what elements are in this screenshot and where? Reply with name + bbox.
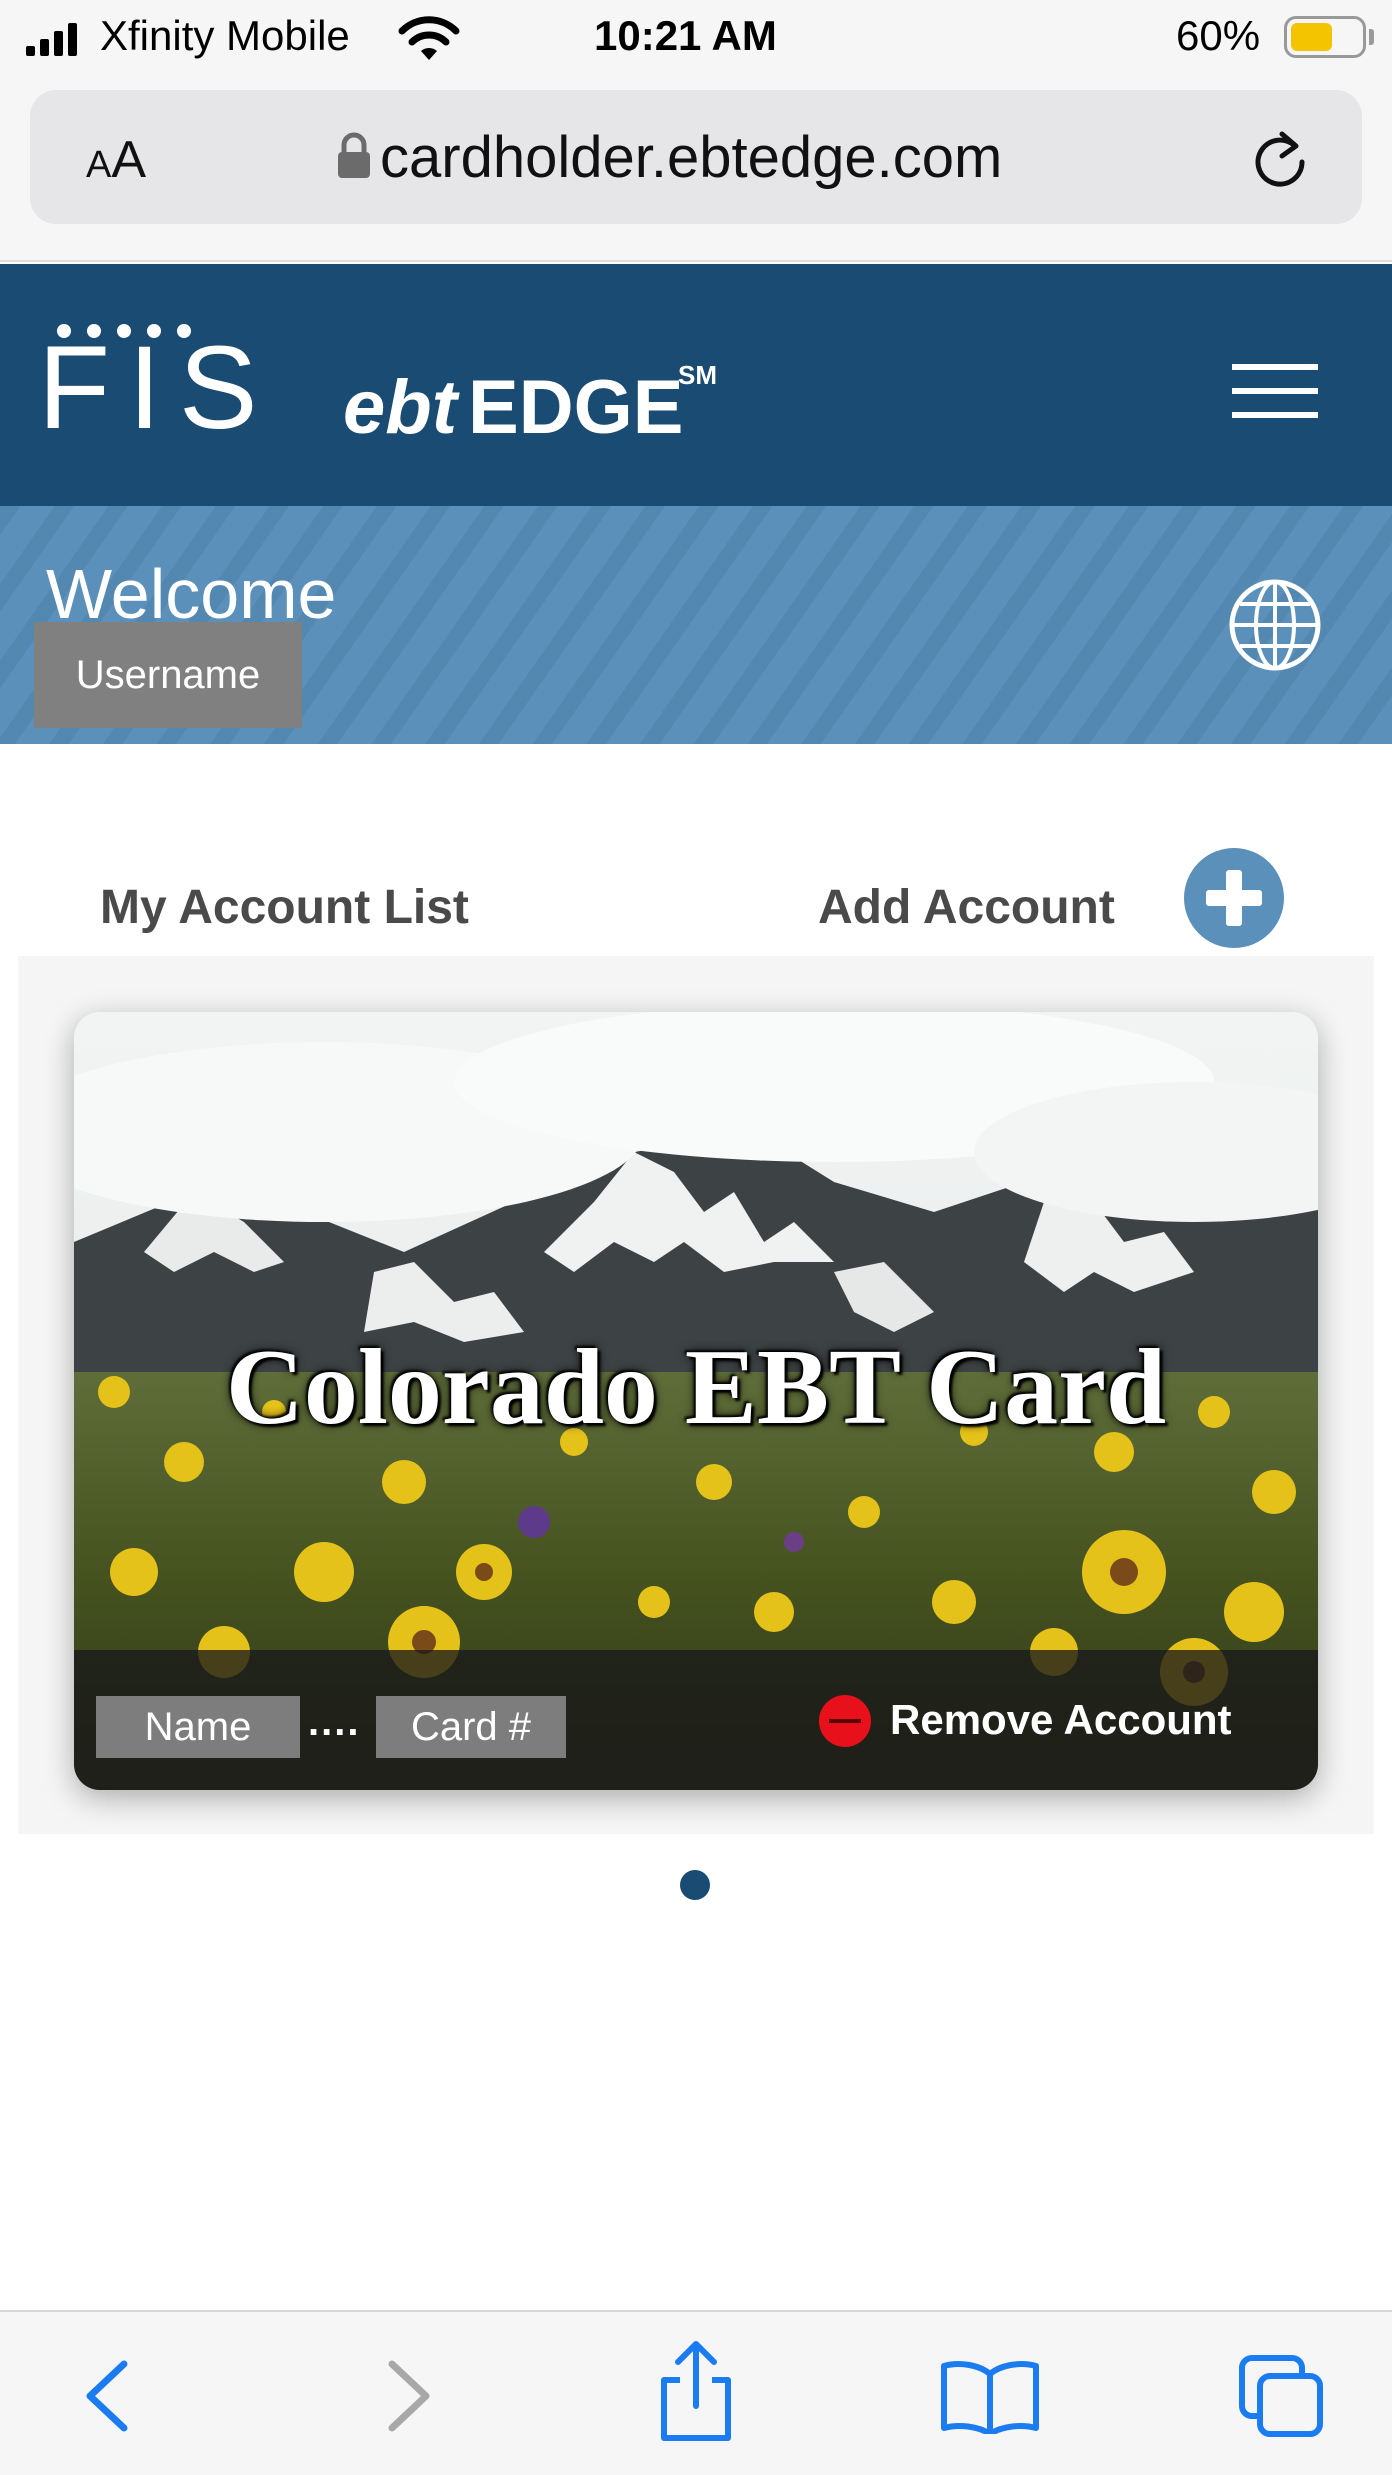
card-number-mask: .... xyxy=(308,1700,361,1744)
wifi-icon xyxy=(398,16,460,60)
carousel-page-dot[interactable] xyxy=(680,1870,710,1900)
username-placeholder: Username xyxy=(34,622,302,728)
browser-chrome: AA cardholder.ebtedge.com xyxy=(0,80,1392,262)
bookmarks-icon[interactable] xyxy=(940,2358,1040,2434)
clock: 10:21 AM xyxy=(594,12,777,59)
browser-toolbar xyxy=(0,2310,1392,2475)
hamburger-menu-icon[interactable] xyxy=(1232,362,1318,420)
forward-icon[interactable] xyxy=(384,2358,434,2434)
account-list-title: My Account List xyxy=(100,881,469,934)
remove-account-button[interactable]: Remove Account xyxy=(818,1686,1298,1756)
add-account-label[interactable]: Add Account xyxy=(818,880,1115,935)
url-text[interactable]: cardholder.ebtedge.com xyxy=(380,124,1002,191)
address-bar[interactable]: AA cardholder.ebtedge.com xyxy=(30,90,1362,224)
back-icon[interactable] xyxy=(82,2358,132,2434)
remove-account-label: Remove Account xyxy=(890,1696,1232,1743)
card-number-placeholder: Card # xyxy=(376,1696,566,1758)
card-footer: Name .... Card # Remove Account xyxy=(74,1650,1318,1790)
globe-language-icon[interactable] xyxy=(1228,578,1322,672)
site-header: FIS ebt EDGE SM xyxy=(0,264,1392,506)
welcome-banner: Welcome Username xyxy=(0,506,1392,744)
logo-edge-text: EDGE xyxy=(468,365,684,450)
logo-fis-text: FIS xyxy=(38,322,276,454)
carrier-name: Xfinity Mobile xyxy=(100,12,350,59)
battery-icon xyxy=(1284,16,1366,58)
add-account-button[interactable] xyxy=(1182,846,1286,950)
card-title: Colorado EBT Card xyxy=(225,1328,1167,1447)
cardholder-name-placeholder: Name xyxy=(96,1696,300,1758)
lock-icon xyxy=(338,132,370,178)
battery-percent: 60% xyxy=(1176,12,1261,59)
remove-circle-icon xyxy=(819,1695,871,1747)
status-bar: Xfinity Mobile 10:21 AM 60% xyxy=(0,0,1392,80)
fis-logo[interactable]: FIS ebt EDGE SM xyxy=(38,320,718,450)
text-size-button[interactable]: AA xyxy=(86,130,146,190)
account-card[interactable]: Colorado EBT Card Name .... Card # Remov… xyxy=(74,1012,1318,1790)
reload-icon[interactable] xyxy=(1248,126,1312,190)
tabs-icon[interactable] xyxy=(1238,2354,1326,2438)
logo-ebt-text: ebt xyxy=(343,365,457,450)
share-icon[interactable] xyxy=(656,2340,736,2444)
signal-icon xyxy=(26,23,77,56)
logo-sm-text: SM xyxy=(678,360,717,390)
